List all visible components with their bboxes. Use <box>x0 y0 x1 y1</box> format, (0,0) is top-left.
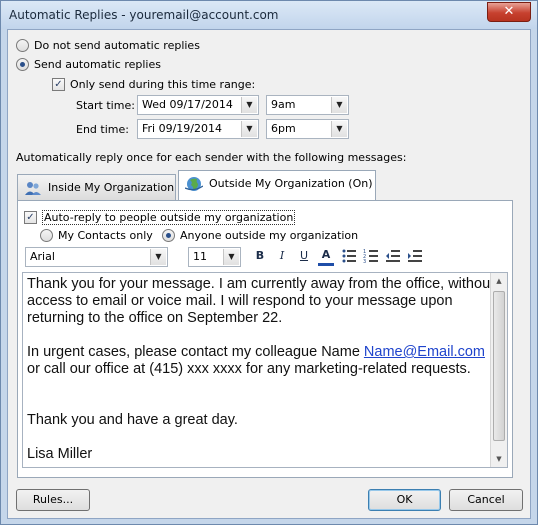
font-name-select[interactable]: Arial ▼ <box>25 247 168 267</box>
message-text: or call our office at (415) xxx xxxx for… <box>27 361 471 377</box>
chevron-down-icon[interactable]: ▼ <box>241 121 257 137</box>
start-date-picker[interactable]: Wed 09/17/2014 ▼ <box>137 95 259 115</box>
people-icon <box>25 182 41 195</box>
start-time-select[interactable]: 9am ▼ <box>266 95 349 115</box>
anyone-outside-label: Anyone outside my organization <box>180 229 359 242</box>
auto-reply-outside-checkbox[interactable]: ✓ <box>24 211 37 224</box>
do-not-send-radio[interactable] <box>16 39 29 52</box>
decrease-indent-icon[interactable] <box>385 248 401 264</box>
send-label: Send automatic replies <box>34 58 161 71</box>
auto-reply-message-editor[interactable]: Thank you for your message. I am current… <box>22 272 508 468</box>
do-not-send-label: Do not send automatic replies <box>34 39 200 52</box>
chevron-down-icon[interactable]: ▼ <box>223 249 239 265</box>
message-paragraph: In urgent cases, please contact my colle… <box>27 344 497 378</box>
my-contacts-radio[interactable] <box>40 229 53 242</box>
scroll-thumb[interactable] <box>493 291 505 441</box>
message-paragraph: Thank you and have a great day. <box>27 412 238 428</box>
font-size-value: 11 <box>193 250 207 263</box>
close-button[interactable]: ✕ <box>487 2 531 22</box>
font-name-value: Arial <box>30 250 55 263</box>
end-time-label: End time: <box>76 123 129 136</box>
font-color-button[interactable]: A <box>318 248 334 266</box>
window-title: Automatic Replies - youremail@account.co… <box>9 8 279 22</box>
increase-indent-icon[interactable] <box>407 248 423 264</box>
outside-organization-panel: ✓ Auto-reply to people outside my organi… <box>17 200 513 478</box>
my-contacts-label: My Contacts only <box>58 229 153 242</box>
ok-button[interactable]: OK <box>368 489 441 511</box>
message-paragraph: Thank you for your message. I am current… <box>27 276 495 326</box>
end-date-picker[interactable]: Fri 09/19/2014 ▼ <box>137 119 259 139</box>
message-text: In urgent cases, please contact my colle… <box>27 344 364 360</box>
chevron-down-icon[interactable]: ▼ <box>150 249 166 265</box>
svg-text:3: 3 <box>363 259 366 264</box>
numbered-list-icon[interactable]: 1 2 3 <box>363 248 379 264</box>
auto-reply-outside-option[interactable]: ✓ Auto-reply to people outside my organi… <box>24 210 296 225</box>
cancel-button[interactable]: Cancel <box>449 489 523 511</box>
automatic-replies-dialog: Automatic Replies - youremail@account.co… <box>0 0 538 525</box>
message-body[interactable]: Thank you for your message. I am current… <box>27 276 497 463</box>
font-size-select[interactable]: 11 ▼ <box>188 247 241 267</box>
start-date-value: Wed 09/17/2014 <box>142 98 233 111</box>
title-bar: Automatic Replies - youremail@account.co… <box>1 1 537 29</box>
vertical-scrollbar[interactable]: ▲ ▼ <box>490 273 507 467</box>
end-time-select[interactable]: 6pm ▼ <box>266 119 349 139</box>
end-date-value: Fri 09/19/2014 <box>142 122 223 135</box>
do-not-send-option[interactable]: Do not send automatic replies <box>16 39 200 52</box>
time-range-option[interactable]: ✓ Only send during this time range: <box>52 78 255 91</box>
chevron-down-icon[interactable]: ▼ <box>241 97 257 113</box>
scroll-down-icon[interactable]: ▼ <box>491 451 507 467</box>
tab-outside-label: Outside My Organization (On) <box>209 177 373 190</box>
scroll-up-icon[interactable]: ▲ <box>491 273 507 289</box>
tab-outside-organization[interactable]: Outside My Organization (On) <box>178 170 376 200</box>
anyone-outside-option[interactable]: Anyone outside my organization <box>162 229 358 242</box>
globe-icon <box>185 177 203 191</box>
start-time-label: Start time: <box>76 99 135 112</box>
chevron-down-icon[interactable]: ▼ <box>331 121 347 137</box>
bullet-list-icon[interactable] <box>341 248 357 264</box>
signature: Lisa Miller <box>27 446 93 462</box>
chevron-down-icon[interactable]: ▼ <box>331 97 347 113</box>
my-contacts-option[interactable]: My Contacts only <box>40 229 153 242</box>
underline-button[interactable]: U <box>296 248 312 264</box>
end-time-value: 6pm <box>271 122 296 135</box>
dialog-body: Do not send automatic replies Send autom… <box>7 29 531 519</box>
instructions-text: Automatically reply once for each sender… <box>16 151 407 164</box>
auto-reply-outside-label: Auto-reply to people outside my organiza… <box>42 210 296 225</box>
time-range-checkbox[interactable]: ✓ <box>52 78 65 91</box>
tab-inside-label: Inside My Organization <box>48 181 175 194</box>
italic-button[interactable]: I <box>274 248 290 264</box>
rules-button[interactable]: Rules... <box>16 489 90 511</box>
start-time-value: 9am <box>271 98 296 111</box>
anyone-outside-radio[interactable] <box>162 229 175 242</box>
bold-button[interactable]: B <box>252 248 268 264</box>
colleague-email-link[interactable]: Name@Email.com <box>364 344 485 360</box>
time-range-label: Only send during this time range: <box>70 78 256 91</box>
send-option[interactable]: Send automatic replies <box>16 58 161 71</box>
tab-inside-organization[interactable]: Inside My Organization <box>17 174 176 200</box>
send-radio[interactable] <box>16 58 29 71</box>
